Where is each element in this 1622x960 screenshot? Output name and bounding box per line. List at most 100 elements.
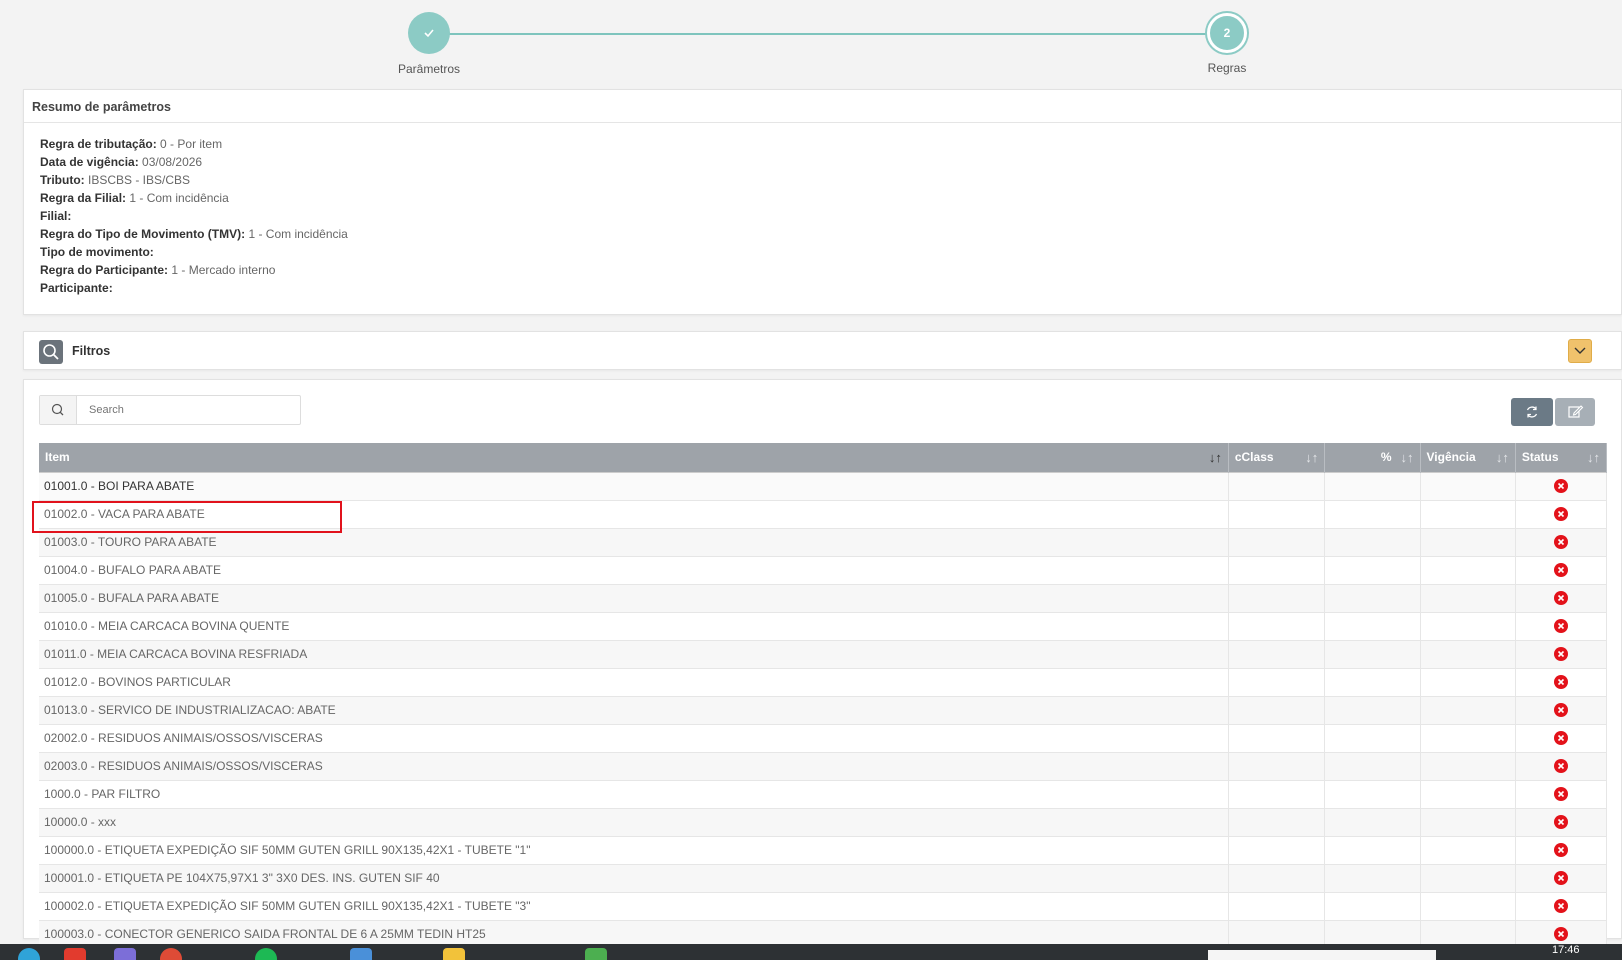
cell-item: 01012.0 - BOVINOS PARTICULAR (39, 668, 1229, 697)
table-row[interactable]: 01003.0 - TOURO PARA ABATE (39, 528, 1608, 557)
wizard-stepper: Parâmetros 2 Regras (0, 0, 1622, 82)
step-regras[interactable]: 2 Regras (1167, 12, 1287, 75)
error-status-icon[interactable] (1553, 731, 1568, 746)
taskbar-search[interactable] (1208, 950, 1436, 960)
summary-title: Resumo de parâmetros (24, 90, 1621, 123)
table-row[interactable]: 01013.0 - SERVICO DE INDUSTRIALIZACAO: A… (39, 696, 1608, 725)
table-row[interactable]: 01010.0 - MEIA CARCACA BOVINA QUENTE (39, 612, 1608, 641)
error-status-icon[interactable] (1553, 563, 1568, 578)
field-value: 0 - Por item (160, 137, 223, 151)
summary-field: Regra de tributação: 0 - Por item (40, 135, 1605, 153)
error-status-icon[interactable] (1553, 787, 1568, 802)
cell-vigencia (1420, 892, 1516, 921)
sort-icon[interactable]: ↓↑ (1587, 450, 1600, 465)
chevron-down-icon[interactable] (1568, 339, 1592, 363)
step-number: 2 (1207, 13, 1247, 53)
cell-status (1515, 696, 1608, 725)
app-icon[interactable] (585, 948, 607, 960)
step-label: Regras (1207, 61, 1247, 75)
summary-field: Regra do Tipo de Movimento (TMV): 1 - Co… (40, 225, 1605, 243)
error-status-icon[interactable] (1553, 591, 1568, 606)
filters-label: Filtros (72, 344, 111, 358)
sort-icon[interactable]: ↓↑ (1496, 450, 1509, 465)
cell-cclass (1228, 556, 1326, 585)
edit-icon (1568, 405, 1584, 418)
column-header-cclass[interactable]: cClass ↓↑ (1228, 443, 1326, 472)
chrome-icon[interactable] (160, 948, 182, 960)
cell-status (1515, 528, 1608, 557)
filters-panel[interactable]: Filtros (23, 331, 1622, 370)
table-row[interactable]: 100002.0 - ETIQUETA EXPEDIÇÃO SIF 50MM G… (39, 892, 1608, 921)
search-input[interactable] (77, 396, 300, 424)
teams-icon[interactable] (114, 948, 136, 960)
cell-cclass (1228, 836, 1326, 865)
column-label: % (1380, 450, 1392, 465)
table-row[interactable]: 100001.0 - ETIQUETA PE 104X75,97X1 3" 3X… (39, 864, 1608, 893)
field-value: 1 - Com incidência (129, 191, 229, 205)
column-header-item[interactable]: Item ↓↑ (39, 443, 1229, 472)
summary-panel: Resumo de parâmetros Regra de tributação… (23, 89, 1622, 315)
table-row[interactable]: 01011.0 - MEIA CARCACA BOVINA RESFRIADA (39, 640, 1608, 669)
table-row[interactable]: 10000.0 - xxx (39, 808, 1608, 837)
table-row[interactable]: 01012.0 - BOVINOS PARTICULAR (39, 668, 1608, 697)
cell-item: 01003.0 - TOURO PARA ABATE (39, 528, 1229, 557)
error-status-icon[interactable] (1553, 843, 1568, 858)
error-status-icon[interactable] (1553, 927, 1568, 942)
table-row[interactable]: 01002.0 - VACA PARA ABATE (39, 500, 1608, 529)
app-icon[interactable] (64, 948, 86, 960)
search-icon (39, 340, 63, 364)
cell-status (1515, 808, 1608, 837)
error-status-icon[interactable] (1553, 899, 1568, 914)
table-row[interactable]: 01005.0 - BUFALA PARA ABATE (39, 584, 1608, 613)
table-row[interactable]: 01001.0 - BOI PARA ABATE (39, 471, 1608, 501)
edge-icon[interactable] (18, 948, 40, 960)
table-row[interactable]: 1000.0 - PAR FILTRO (39, 780, 1608, 809)
cell-cclass (1228, 696, 1326, 725)
table-row[interactable]: 02003.0 - RESIDUOS ANIMAIS/OSSOS/VISCERA… (39, 752, 1608, 781)
edit-button[interactable] (1555, 398, 1595, 426)
column-header-vigencia[interactable]: Vigência ↓↑ (1420, 443, 1516, 472)
error-status-icon[interactable] (1553, 759, 1568, 774)
cell-percent (1324, 892, 1421, 921)
sort-icon[interactable]: ↓↑ (1401, 450, 1414, 465)
error-status-icon[interactable] (1553, 815, 1568, 830)
field-key: Tipo de movimento: (40, 245, 154, 259)
taskbar: 17:46 (0, 944, 1622, 960)
cell-item: 01013.0 - SERVICO DE INDUSTRIALIZACAO: A… (39, 696, 1229, 725)
table-row[interactable]: 01004.0 - BUFALO PARA ABATE (39, 556, 1608, 585)
cell-vigencia (1420, 808, 1516, 837)
field-key: Data de vigência: (40, 155, 139, 169)
error-status-icon[interactable] (1553, 535, 1568, 550)
column-header-status[interactable]: Status ↓↑ (1515, 443, 1608, 472)
error-status-icon[interactable] (1553, 871, 1568, 886)
cell-percent (1324, 612, 1421, 641)
app-icon[interactable] (350, 948, 372, 960)
error-status-icon[interactable] (1553, 675, 1568, 690)
sort-icon[interactable]: ↓↑ (1209, 450, 1222, 465)
column-header-percent[interactable]: % ↓↑ (1324, 443, 1421, 472)
folder-icon[interactable] (443, 948, 465, 960)
error-status-icon[interactable] (1553, 703, 1568, 718)
cell-percent (1324, 640, 1421, 669)
cell-vigencia (1420, 668, 1516, 697)
summary-field: Participante: (40, 279, 1605, 297)
field-value: IBSCBS - IBS/CBS (88, 173, 191, 187)
cell-item: 100000.0 - ETIQUETA EXPEDIÇÃO SIF 50MM G… (39, 836, 1229, 865)
step-label: Parâmetros (397, 62, 461, 76)
field-value: 03/08/2026 (142, 155, 203, 169)
spotify-icon[interactable] (255, 948, 277, 960)
cell-vigencia (1420, 584, 1516, 613)
table-row[interactable]: 100000.0 - ETIQUETA EXPEDIÇÃO SIF 50MM G… (39, 836, 1608, 865)
search-box[interactable] (39, 395, 301, 425)
table-row[interactable]: 02002.0 - RESIDUOS ANIMAIS/OSSOS/VISCERA… (39, 724, 1608, 753)
error-status-icon[interactable] (1553, 479, 1568, 494)
cell-status (1515, 556, 1608, 585)
error-status-icon[interactable] (1553, 619, 1568, 634)
cell-status (1515, 668, 1608, 697)
error-status-icon[interactable] (1553, 647, 1568, 662)
sort-icon[interactable]: ↓↑ (1305, 450, 1318, 465)
error-status-icon[interactable] (1553, 507, 1568, 522)
column-label: cClass (1234, 450, 1274, 465)
refresh-button[interactable] (1511, 398, 1553, 426)
step-parametros[interactable]: Parâmetros (369, 12, 489, 76)
